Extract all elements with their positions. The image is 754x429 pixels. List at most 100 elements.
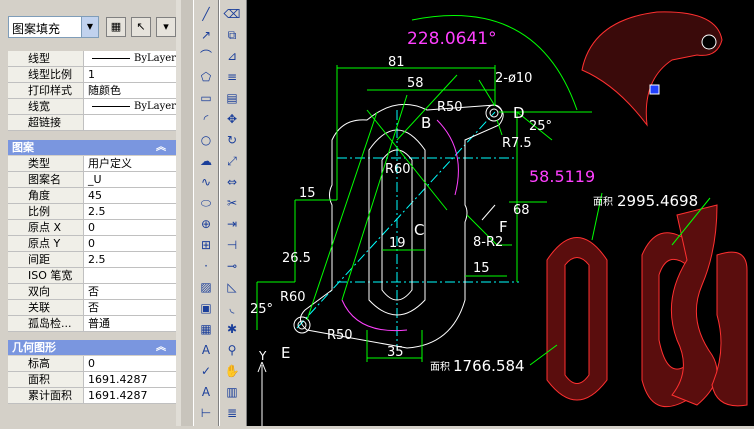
label-c: C [414,221,424,239]
revcloud-icon: ☁ [200,154,212,168]
draw-button-revcloud[interactable]: ☁ [196,151,216,171]
trim-icon: ✂ [226,196,238,210]
draw-button-spline[interactable]: ∿ [196,172,216,192]
section-header-geometry[interactable]: 几何图形 ︽ [8,340,176,355]
modify-button-extend[interactable]: ⇥ [222,214,242,234]
draw-button-point[interactable]: · [196,256,216,276]
modify-button-properties[interactable]: ▥ [222,382,242,402]
property-value: _U [88,173,102,186]
collapse-icon[interactable]: ︽ [156,340,166,355]
rectangle-icon: ▭ [200,91,212,105]
property-row[interactable]: 原点 Y 0 [8,236,176,252]
property-key: 角度 [8,188,84,203]
draw-button-checkmark[interactable]: ✓ [196,361,216,381]
property-row[interactable]: 关联否 [8,300,176,316]
property-row[interactable]: 孤岛检... 普通 [8,316,176,332]
dim-81-label: 81 [388,55,405,70]
draw-button-dimension[interactable]: ⊢ [196,403,216,423]
modify-button-copy[interactable]: ⧉ [222,25,242,45]
dim-19-label: 19 [389,236,406,251]
property-key: 线型 [8,51,84,66]
draw-button-hatch[interactable]: ▨ [196,277,216,297]
modify-button-chamfer[interactable]: ◺ [222,277,242,297]
property-row[interactable]: 线宽 ByLayer [8,99,176,115]
modify-button-fillet[interactable]: ◟ [222,298,242,318]
dim-58-5-label: 58.5119 [529,167,595,186]
modify-button-stretch[interactable]: ⇔ [222,172,242,192]
layer-icon: ≣ [226,406,238,420]
circle-icon: ○ [200,133,212,147]
property-key: 累计面积 [8,388,84,403]
leader-f [481,204,496,221]
modify-button-array[interactable]: ▤ [222,88,242,108]
construct-line-1 [306,111,378,321]
property-row[interactable]: 间距 2.5 [8,252,176,268]
draw-button-polygon[interactable]: ⬠ [196,67,216,87]
draw-button-line[interactable]: ╱ [196,4,216,24]
draw-button-region[interactable]: ▣ [196,298,216,318]
draw-button-rectangle[interactable]: ▭ [196,88,216,108]
section-header-pattern[interactable]: 图案 ︽ [8,140,176,155]
modify-button-rotate[interactable]: ↻ [222,130,242,150]
property-row[interactable]: 超链接 [8,115,176,131]
modify-button-explode[interactable]: ✱ [222,319,242,339]
property-value: 随颜色 [88,84,121,97]
line-sample [92,106,130,107]
panel-divider[interactable] [181,0,193,426]
draw-button-ellipse[interactable]: ⬭ [196,193,216,213]
quick-select-button[interactable]: ▦ [106,17,126,37]
drawing-canvas[interactable]: 228.0641° 81 58 2-ø10 R50 R7.5 25° 58.51… [247,0,754,426]
property-row[interactable]: 比例 2.5 [8,204,176,220]
modify-button-scale[interactable]: ⤢ [222,151,242,171]
property-row[interactable]: 原点 X 0 [8,220,176,236]
property-row[interactable]: 图案名 _U [8,172,176,188]
toggle-pickadd-button[interactable]: ▾ [156,17,176,37]
modify-button-zoom[interactable]: ⚲ [222,340,242,360]
property-row[interactable]: 累计面积 1691.4287 [8,388,176,404]
draw-button-insert-block[interactable]: ⊕ [196,214,216,234]
modify-button-pan[interactable]: ✋ [222,361,242,381]
object-type-select[interactable]: 图案填充 ▼ [8,16,99,38]
area-top-value: 2995.4698 [617,192,698,210]
r2-label: 8-R2 [473,235,503,250]
label-e: E [281,344,290,362]
draw-button-make-block[interactable]: ⊞ [196,235,216,255]
property-row[interactable]: 标高 0 [8,356,176,372]
draw-button-polyline[interactable]: ⌒ [196,46,216,66]
property-key: 线型比例 [8,67,84,82]
property-row[interactable]: 线型 ByLayer [8,51,176,67]
collapse-icon[interactable]: ︽ [156,140,166,155]
modify-button-erase[interactable]: ⌫ [222,4,242,24]
region-icon: ▣ [200,301,212,315]
modify-button-layer[interactable]: ≣ [222,403,242,423]
grip-point[interactable] [649,84,660,95]
property-key: 间距 [8,252,84,267]
draw-button-mtext[interactable]: A [196,340,216,360]
checkmark-icon: ✓ [200,364,212,378]
modify-button-trim[interactable]: ✂ [222,193,242,213]
table-icon: ▦ [200,322,212,336]
chevron-down-icon[interactable]: ▼ [81,17,98,37]
draw-button-circle[interactable]: ○ [196,130,216,150]
modify-button-break[interactable]: ⊣ [222,235,242,255]
draw-button-table[interactable]: ▦ [196,319,216,339]
r50-top-label: R50 [437,100,463,115]
property-row[interactable]: 双向否 [8,284,176,300]
property-row[interactable]: 类型 用户定义 [8,156,176,172]
select-objects-button[interactable]: ↖ [131,17,151,37]
property-row[interactable]: 面积 1691.4287 [8,372,176,388]
modify-button-move[interactable]: ✥ [222,109,242,129]
modify-button-mirror[interactable]: ⊿ [222,46,242,66]
draw-button-arc[interactable]: ◜ [196,109,216,129]
modify-button-offset[interactable]: ≡ [222,67,242,87]
draw-button-ray[interactable]: ↗ [196,25,216,45]
property-row[interactable]: ISO 笔宽 [8,268,176,284]
property-row[interactable]: 打印样式 随颜色 [8,83,176,99]
modify-button-join[interactable]: ⊸ [222,256,242,276]
draw-button-text[interactable]: A [196,382,216,402]
property-row[interactable]: 线型比例 1 [8,67,176,83]
property-value: 2.5 [88,205,106,218]
property-value: 普通 [88,317,110,330]
hatch-s-right [711,251,748,407]
property-row[interactable]: 角度 45 [8,188,176,204]
